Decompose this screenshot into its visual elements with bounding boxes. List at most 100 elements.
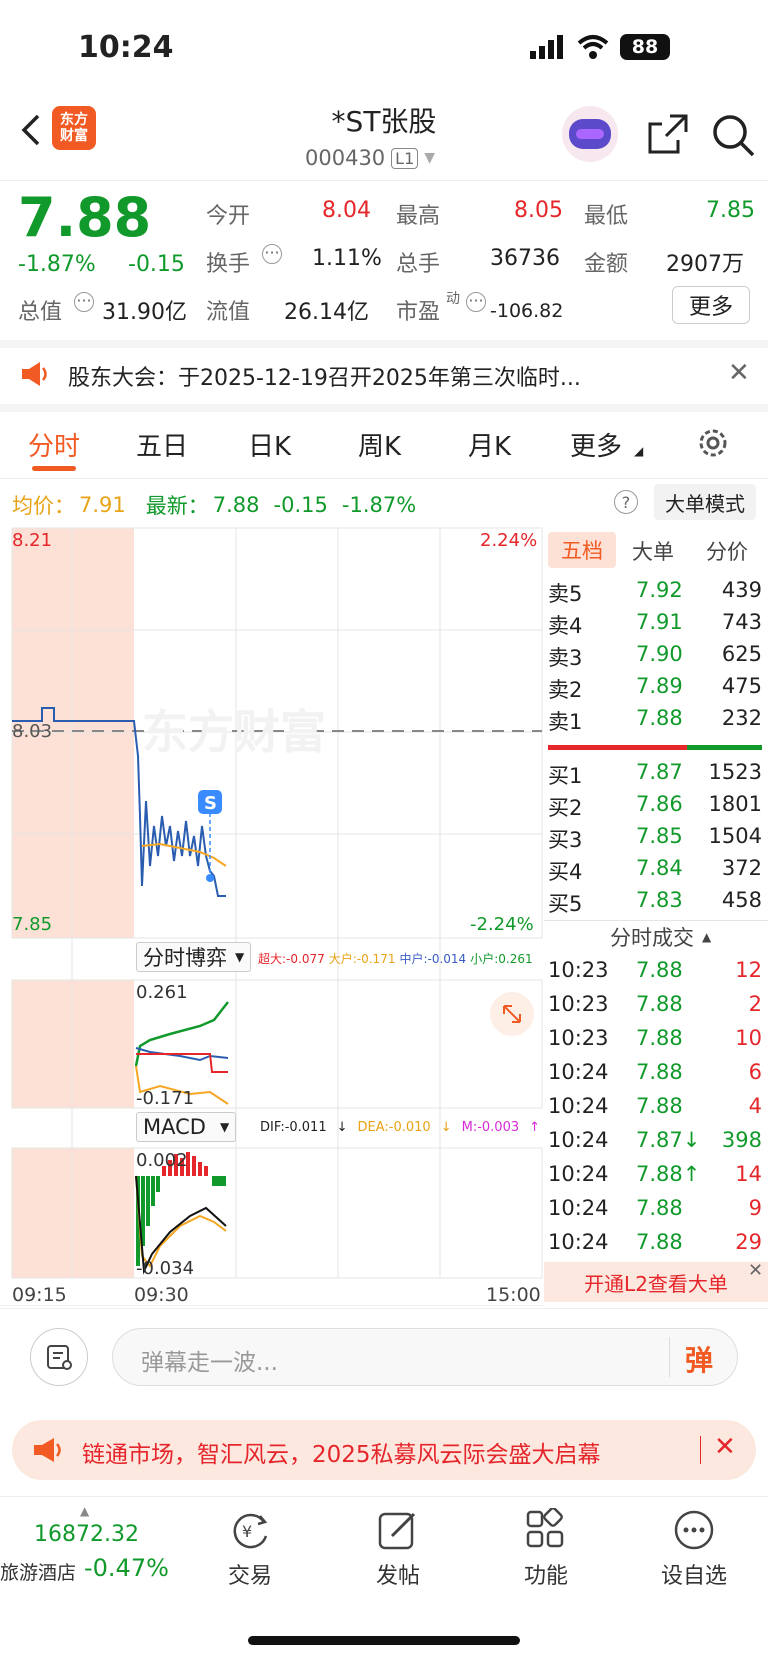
tab-day-k[interactable]: 日K xyxy=(248,426,291,463)
signal-badge[interactable]: S xyxy=(204,793,217,814)
danmu-divider xyxy=(0,1308,768,1309)
tab-week-k[interactable]: 周K xyxy=(358,426,401,463)
info-icon[interactable]: ··· xyxy=(262,244,282,264)
legend-big: 大户:-0.171 xyxy=(328,952,396,966)
nav-watchlist-label: 设自选 xyxy=(660,1564,727,1589)
macd-selector[interactable]: MACD ▼ xyxy=(136,1112,237,1142)
chevron-down-icon: ▼ xyxy=(424,150,436,166)
tab-fenshi[interactable]: 分时 xyxy=(28,426,80,463)
nav-trade[interactable]: ¥ 交易 xyxy=(210,1508,290,1589)
info-icon[interactable]: ··· xyxy=(466,292,486,312)
sell-label: 卖2 xyxy=(548,678,583,702)
tick-time: 10:24 xyxy=(548,1128,609,1152)
danmu-placeholder: 弹幕走一波... xyxy=(141,1350,278,1376)
ob-tab-big[interactable]: 大单 xyxy=(632,536,674,566)
sell-volume: 232 xyxy=(721,706,762,730)
l2-upgrade-banner[interactable]: 开通L2查看大单 xyxy=(544,1262,768,1302)
open-value: 8.04 xyxy=(322,198,371,223)
stock-code-row[interactable]: 000430 L1 ▼ xyxy=(305,146,435,170)
close-icon[interactable]: ✕ xyxy=(728,358,750,388)
game-selector[interactable]: 分时博弈 ▼ xyxy=(136,942,252,972)
last-price: 7.88 xyxy=(18,186,152,249)
buy-label: 买3 xyxy=(548,828,583,852)
index-widget[interactable]: ▲ 16872.32 旅游酒店 -0.47% xyxy=(0,1504,176,1594)
tick-volume: 398 xyxy=(721,1128,762,1152)
volume-label: 总手 xyxy=(396,252,441,277)
help-icon[interactable]: ? xyxy=(614,490,638,514)
buy-3-row: 买3 7.85 1504 xyxy=(548,822,764,854)
legend-mid: 中户:-0.014 xyxy=(399,952,467,966)
macd-top: 0.002 xyxy=(136,1150,188,1171)
nav-watchlist[interactable]: 设自选 xyxy=(654,1508,734,1589)
sell-price: 7.90 xyxy=(636,642,683,666)
tick-row: 10:24 7.87↓ 398 xyxy=(548,1126,764,1160)
status-time: 10:24 xyxy=(78,30,174,65)
tick-price: 7.88 xyxy=(636,1196,683,1220)
float-label: 流值 xyxy=(206,300,251,325)
sell-label: 卖3 xyxy=(548,646,583,670)
notice-divider xyxy=(0,340,768,348)
big-order-mode-button[interactable]: 大单模式 xyxy=(654,484,756,520)
pe-label: 市盈 xyxy=(396,300,441,325)
tick-time: 10:24 xyxy=(548,1094,609,1118)
tick-volume: 10 xyxy=(735,1026,762,1050)
tick-time: 10:23 xyxy=(548,992,609,1016)
tab-more[interactable]: 更多 xyxy=(570,426,622,463)
axis-down-pct: -2.24% xyxy=(470,914,534,935)
macd-bottom: -0.034 xyxy=(136,1258,194,1279)
nav-function[interactable]: 功能 xyxy=(506,1508,586,1589)
sell-volume: 743 xyxy=(721,610,762,634)
up-arrow: ↑ xyxy=(529,1120,541,1135)
time-start: 09:15 xyxy=(12,1284,67,1306)
header-divider xyxy=(0,180,768,181)
share-icon[interactable] xyxy=(646,112,690,156)
ai-assistant-icon[interactable] xyxy=(562,106,618,162)
stock-code: 000430 xyxy=(305,146,386,170)
megaphone-icon xyxy=(22,362,47,386)
mcap-value: 31.90亿 xyxy=(102,300,187,325)
tick-price: 7.88 xyxy=(636,1230,683,1254)
intraday-chart[interactable]: 东方财富 S 8.21 8.03 7.85 2.24% -2.24% 0.261… xyxy=(0,526,544,1306)
legend-dif: DIF:-0.011 xyxy=(260,1120,327,1135)
tab-five-day[interactable]: 五日 xyxy=(136,426,188,463)
ob-tab-five[interactable]: 五档 xyxy=(548,532,616,568)
signal-icon xyxy=(530,35,563,59)
tab-month-k[interactable]: 月K xyxy=(468,426,511,463)
more-button[interactable]: 更多 xyxy=(672,286,750,324)
close-icon[interactable]: ✕ xyxy=(714,1432,736,1462)
legend-dea: DEA:-0.010 xyxy=(357,1120,431,1135)
promo-banner[interactable]: 链通市场，智汇风云，2025私募风云际会盛大启幕 ✕ xyxy=(12,1420,756,1480)
sell-volume: 475 xyxy=(721,674,762,698)
axis-max: 8.21 xyxy=(12,530,52,551)
sell-5-row: 卖5 7.92 439 xyxy=(548,576,764,608)
buy-price: 7.86 xyxy=(636,792,683,816)
danmu-input[interactable]: 弹幕走一波... 弹 xyxy=(112,1328,738,1386)
notice-text[interactable]: 股东大会：于2025-12-19召开2025年第三次临时... xyxy=(68,360,678,392)
close-icon[interactable]: ✕ xyxy=(748,1260,763,1281)
volume-value: 36736 xyxy=(490,246,560,271)
battery-level: 88 xyxy=(631,36,659,58)
ticks-title: 分时成交 xyxy=(610,926,694,950)
danmu-send-button[interactable]: 弹 xyxy=(685,1339,713,1379)
info-icon[interactable]: ··· xyxy=(74,292,94,312)
game-top: 0.261 xyxy=(136,982,188,1003)
sell-3-row: 卖3 7.90 625 xyxy=(548,640,764,672)
buy-volume: 1523 xyxy=(708,760,762,784)
danmu-list-button[interactable] xyxy=(30,1328,88,1386)
settings-icon[interactable] xyxy=(696,426,730,460)
last-label: 最新： xyxy=(145,494,209,518)
tick-time: 10:24 xyxy=(548,1162,609,1186)
notice-divider xyxy=(0,404,768,412)
ob-tab-price[interactable]: 分价 xyxy=(706,536,748,566)
ticks-header[interactable]: 分时成交 ▲ xyxy=(610,922,711,952)
more-icon xyxy=(674,1510,714,1550)
nav-post[interactable]: 发帖 xyxy=(358,1508,438,1589)
sell-label: 卖1 xyxy=(548,710,583,734)
tabs-divider xyxy=(0,478,768,479)
game-label: 分时博弈 xyxy=(143,946,227,970)
search-icon[interactable] xyxy=(710,112,756,158)
grid-icon xyxy=(526,1508,564,1548)
tick-row: 10:23 7.88 10 xyxy=(548,1024,764,1058)
legend-super: 超大:-0.077 xyxy=(258,952,325,966)
tab-active-indicator xyxy=(32,466,76,471)
